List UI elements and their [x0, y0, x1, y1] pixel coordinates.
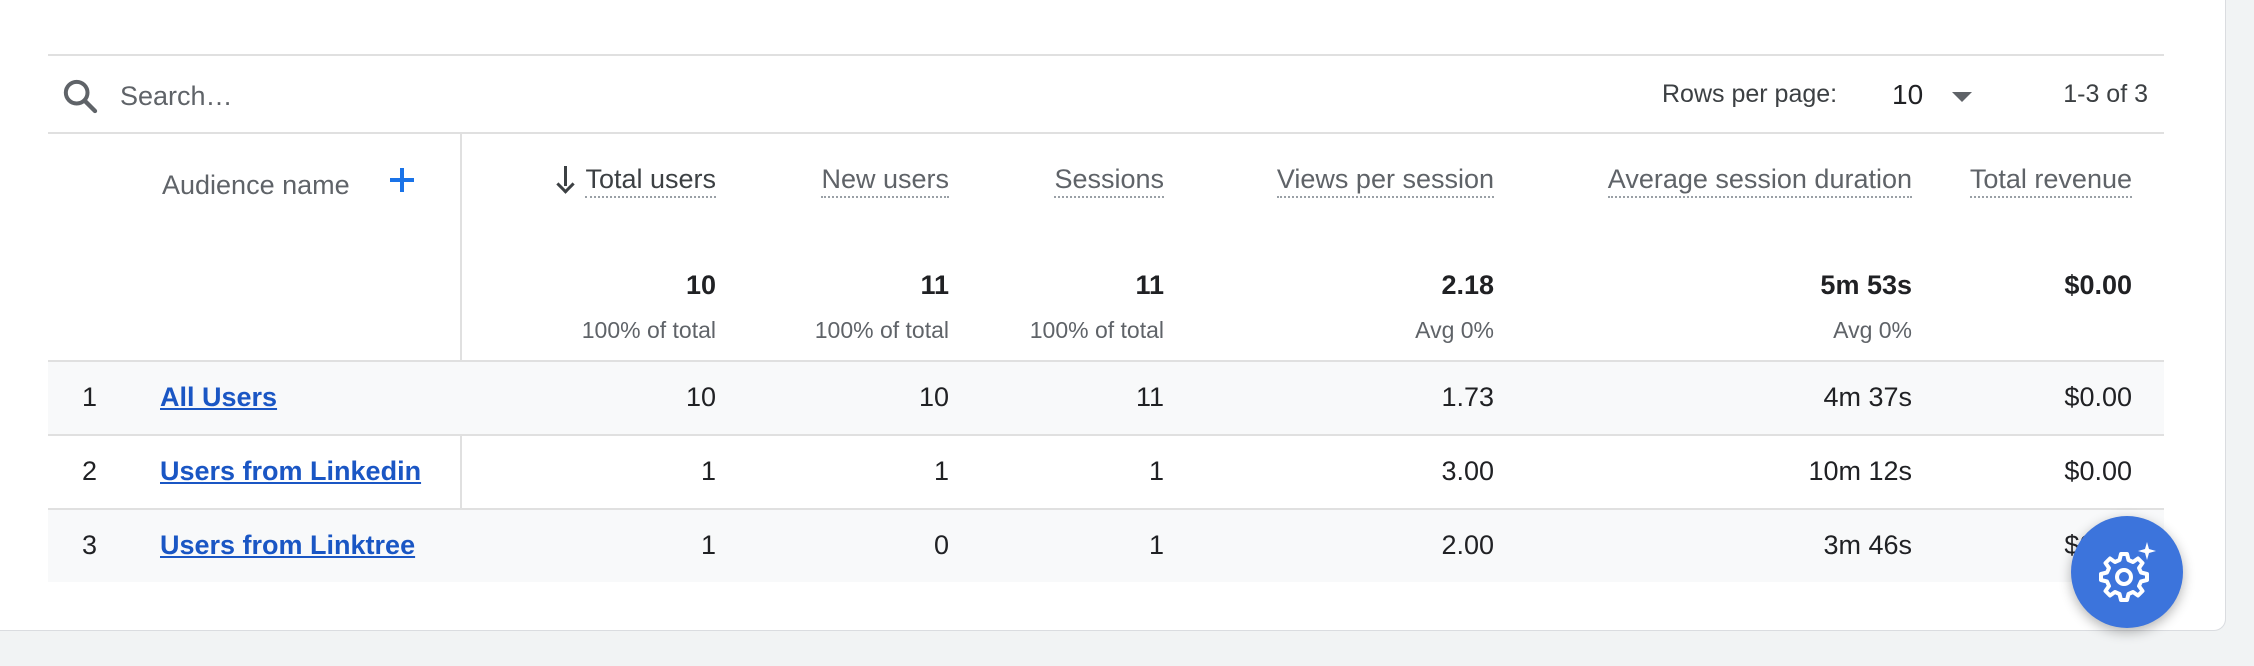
pagination-range: 1-3 of 3 — [2063, 80, 2148, 108]
table-toolbar: Rows per page: 10 1-3 of 3 — [48, 54, 2164, 134]
cell-avg-session-duration: 4m 37s — [1823, 382, 1912, 412]
total-subtext: Avg 0% — [1833, 317, 1912, 343]
rows-per-page-value: 10 — [1892, 79, 1924, 110]
cell-new-users: 1 — [933, 456, 949, 486]
cell-sessions: 1 — [1148, 530, 1164, 560]
total-value: 5m 53s — [1820, 270, 1912, 300]
row-index: 2 — [82, 456, 98, 486]
column-header-views-per-session[interactable]: Views per session — [1276, 164, 1494, 198]
total-cell: 2.18 Avg 0% — [1415, 270, 1494, 344]
column-header-avg-session-duration[interactable]: Average session duration — [1607, 164, 1912, 198]
sort-down-icon — [557, 166, 575, 192]
table-row: 3 Users from Linktree 1 0 1 2.00 3m 46s … — [48, 510, 2164, 582]
rows-per-page-label: Rows per page: — [1662, 80, 1838, 108]
cell-avg-session-duration: 3m 46s — [1823, 530, 1912, 560]
cell-new-users: 0 — [933, 530, 949, 560]
insights-fab-button[interactable] — [2071, 516, 2183, 628]
total-value: 2.18 — [1441, 270, 1494, 300]
table-row: 2 Users from Linkedin 1 1 1 3.00 10m 12s… — [48, 436, 2164, 510]
audience-link[interactable]: All Users — [160, 382, 277, 413]
column-header-total-revenue[interactable]: Total revenue — [1969, 164, 2132, 198]
cell-total-users: 1 — [700, 530, 716, 560]
table-row: 1 All Users 10 10 11 1.73 4m 37s $0.00 — [48, 362, 2164, 436]
add-icon[interactable] — [388, 166, 416, 194]
total-cell: 11 100% of total — [1030, 270, 1164, 344]
dimension-header: Audience name — [162, 170, 350, 200]
column-header-sessions[interactable]: Sessions — [1054, 164, 1164, 198]
cell-new-users: 10 — [918, 382, 949, 412]
settings-sparkle-icon — [2099, 542, 2156, 602]
data-table: Audience name Total users New users Sess… — [48, 134, 2164, 582]
dropdown-caret-icon — [1952, 92, 1972, 102]
row-index: 3 — [82, 530, 98, 560]
column-header-new-users[interactable]: New users — [821, 164, 949, 198]
total-cell: 5m 53s Avg 0% — [1820, 270, 1912, 344]
total-value: 11 — [1135, 270, 1164, 300]
cell-views-per-session: 1.73 — [1441, 382, 1494, 412]
table-header: Audience name Total users New users Sess… — [48, 134, 2164, 362]
cell-total-users: 1 — [700, 456, 716, 486]
total-subtext: Avg 0% — [1415, 317, 1494, 343]
total-value: 10 — [685, 270, 716, 300]
total-value: 11 — [920, 270, 949, 300]
rows-per-page-select[interactable]: 10 — [1892, 76, 1982, 116]
total-cell: 10 100% of total — [582, 270, 716, 344]
column-header-total-users[interactable]: Total users — [557, 164, 716, 198]
cell-total-users: 10 — [685, 382, 716, 412]
audience-link[interactable]: Users from Linkedin — [160, 456, 421, 487]
cell-total-revenue: $0.00 — [2064, 382, 2132, 412]
cell-avg-session-duration: 10m 12s — [1808, 456, 1912, 486]
row-index: 1 — [82, 382, 98, 412]
cell-sessions: 11 — [1135, 382, 1164, 412]
total-cell: 11 100% of total — [815, 270, 949, 344]
cell-views-per-session: 2.00 — [1441, 530, 1494, 560]
total-subtext: 100% of total — [814, 317, 949, 343]
cell-views-per-session: 3.00 — [1441, 456, 1494, 486]
cell-total-revenue: $0.00 — [2064, 456, 2132, 486]
cell-sessions: 1 — [1148, 456, 1164, 486]
search-icon — [63, 79, 98, 114]
audience-link[interactable]: Users from Linktree — [160, 530, 415, 561]
total-cell: $0.00 — [2064, 270, 2132, 317]
total-subtext: 100% of total — [581, 317, 716, 343]
total-subtext: 100% of total — [1029, 317, 1164, 343]
search-input[interactable] — [118, 74, 722, 118]
total-value: $0.00 — [2064, 270, 2132, 300]
